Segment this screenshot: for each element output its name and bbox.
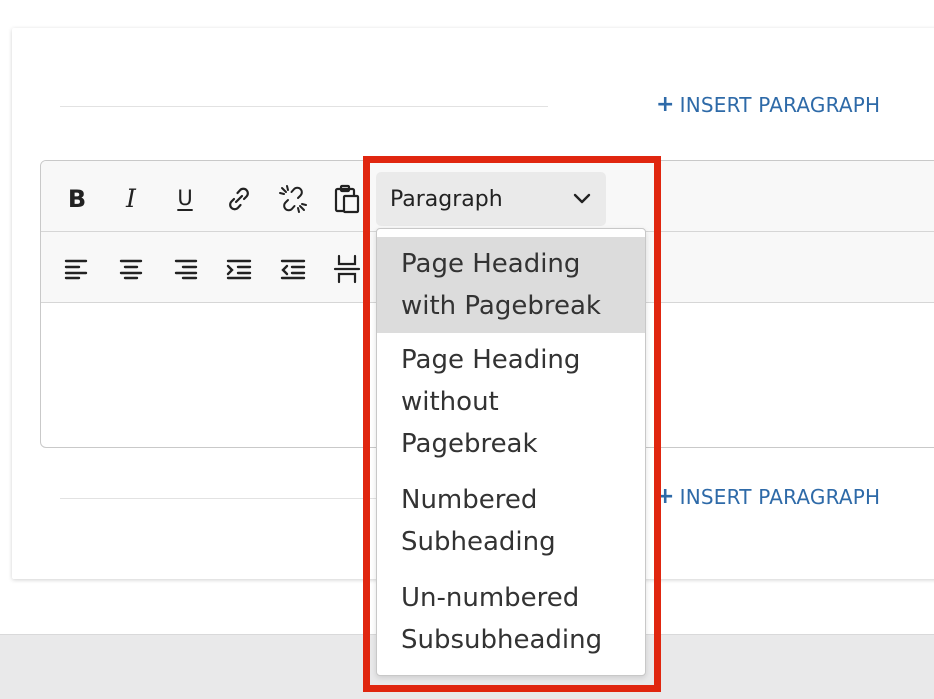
underline-button[interactable]: U [168, 181, 202, 215]
italic-icon: I [126, 183, 136, 213]
align-left-icon [64, 259, 88, 280]
italic-button[interactable]: I [114, 181, 148, 215]
align-center-icon [119, 259, 143, 280]
paste-button[interactable] [330, 182, 364, 216]
dropdown-option-label: Un-numbered Subsubheading [401, 583, 603, 655]
unlink-icon [279, 185, 307, 213]
block-format-dropdown: Page Heading with Pagebreak Page Heading… [376, 228, 646, 676]
align-left-button[interactable] [60, 252, 94, 286]
dropdown-option-label: Page Heading with Pagebreak [401, 249, 601, 321]
plus-icon: + [656, 92, 675, 117]
dropdown-option-page-heading-with-pagebreak[interactable]: Page Heading with Pagebreak [377, 237, 645, 333]
align-center-button[interactable] [114, 252, 148, 286]
chevron-down-icon [573, 193, 591, 204]
unlink-button[interactable] [276, 182, 310, 216]
insert-paragraph-bottom-button[interactable]: + INSERT PARAGRAPH [656, 485, 880, 509]
link-button[interactable] [222, 182, 256, 216]
top-divider [60, 106, 548, 107]
page-break-button[interactable] [330, 252, 364, 286]
block-format-select[interactable]: Paragraph [376, 172, 606, 226]
link-icon [229, 187, 249, 211]
insert-paragraph-label: INSERT PARAGRAPH [679, 485, 881, 509]
paste-icon [334, 184, 360, 214]
page-break-icon [333, 254, 361, 284]
bold-icon: B [67, 185, 87, 213]
dropdown-option-numbered-subheading[interactable]: Numbered Subheading [377, 479, 645, 565]
bold-button[interactable]: B [60, 182, 94, 216]
underline-icon: U [177, 186, 193, 210]
outdent-icon [280, 259, 306, 280]
outdent-button[interactable] [276, 252, 310, 286]
dropdown-option-label: Numbered Subheading [401, 485, 556, 557]
insert-paragraph-top-button[interactable]: + INSERT PARAGRAPH [656, 93, 880, 117]
block-format-value: Paragraph [390, 186, 503, 212]
align-right-button[interactable] [168, 252, 202, 286]
bottom-divider [60, 498, 380, 499]
dropdown-option-label: Page Heading without Pagebreak [401, 345, 581, 459]
plus-icon: + [656, 484, 675, 509]
indent-button[interactable] [222, 252, 256, 286]
insert-paragraph-label: INSERT PARAGRAPH [679, 93, 881, 117]
dropdown-option-un-numbered-subsubheading[interactable]: Un-numbered Subsubheading [377, 577, 645, 665]
dropdown-option-page-heading-without-pagebreak[interactable]: Page Heading without Pagebreak [377, 339, 645, 469]
align-right-icon [174, 259, 198, 280]
indent-icon [226, 259, 252, 280]
